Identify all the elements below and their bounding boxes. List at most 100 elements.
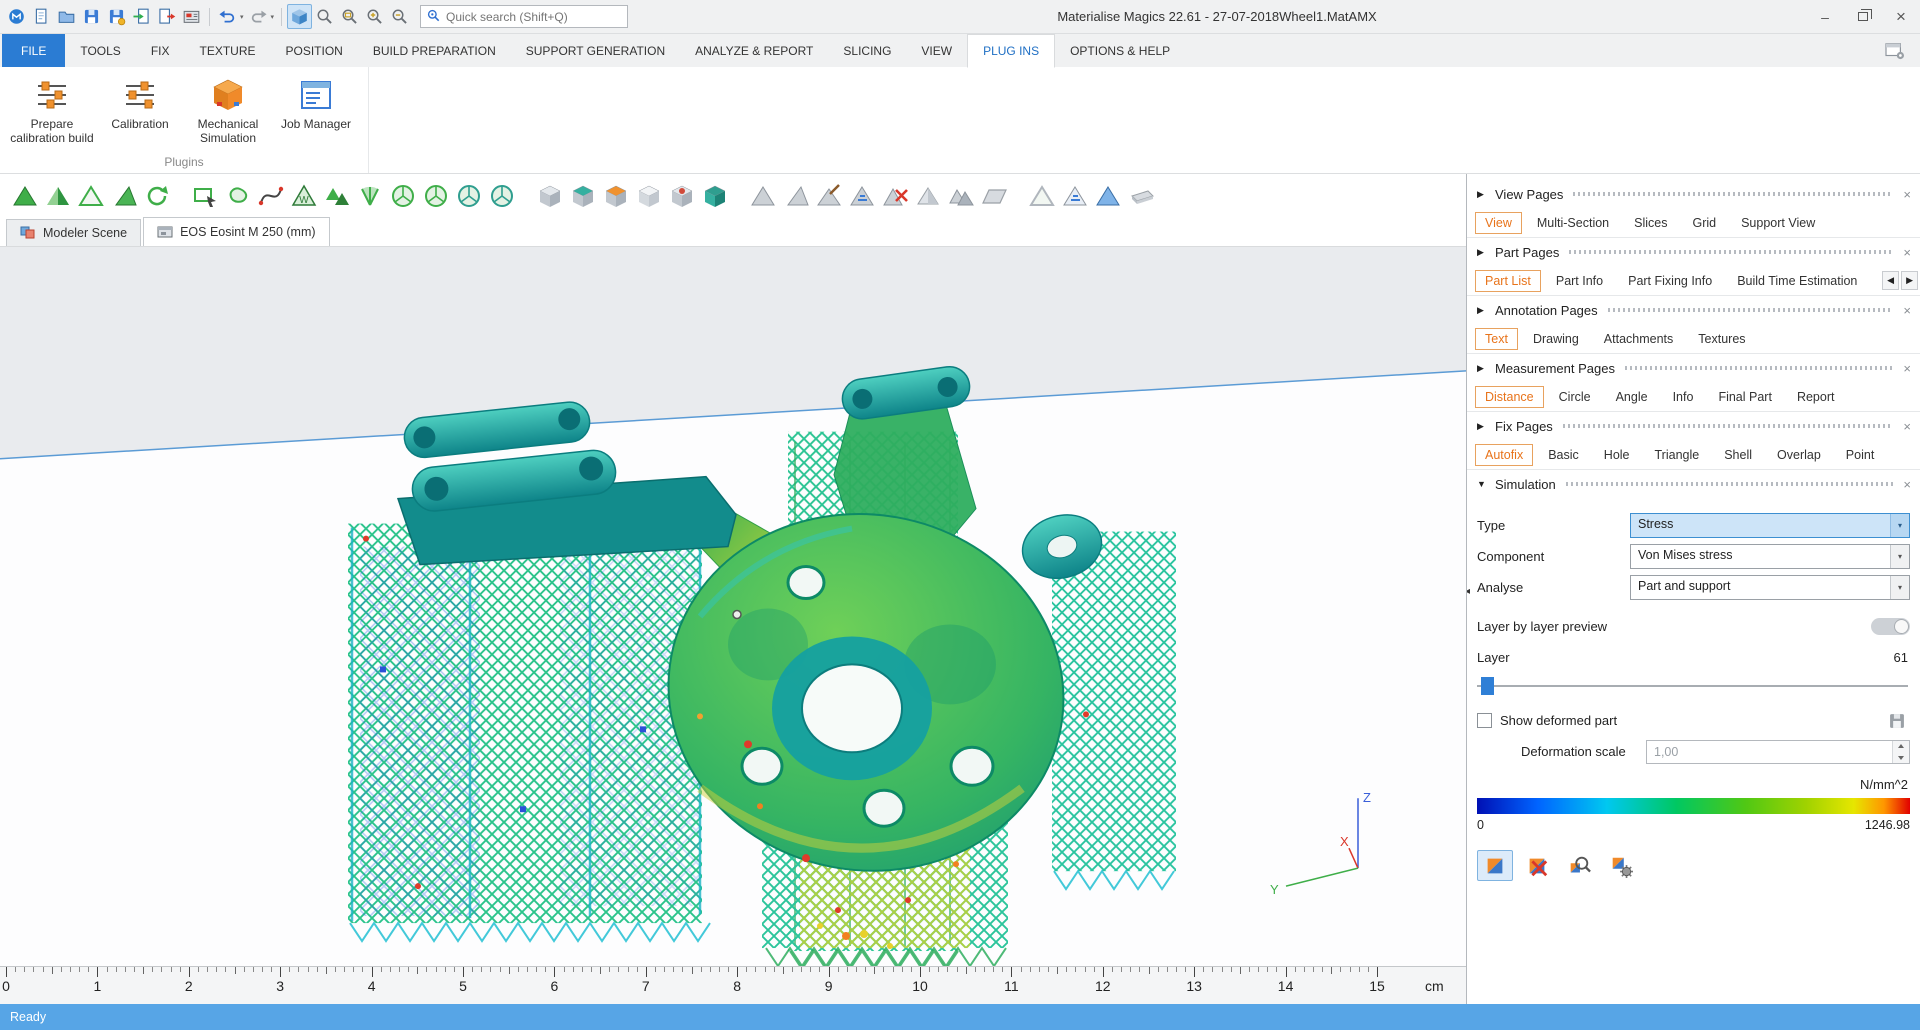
expand-arrow-icon[interactable]: ▶: [1477, 363, 1488, 374]
viewport-canvas[interactable]: Z X Y: [0, 247, 1466, 966]
translate-part-icon[interactable]: [746, 179, 779, 213]
expand-arrow-icon[interactable]: ▶: [1477, 305, 1488, 316]
section-close-icon[interactable]: ×: [1903, 245, 1911, 260]
ribbon-button-job-manager[interactable]: Job Manager: [272, 71, 360, 152]
duplicate-part-icon[interactable]: [911, 179, 944, 213]
panel-tab-distance[interactable]: Distance: [1475, 386, 1544, 408]
panel-tab-angle[interactable]: Angle: [1606, 386, 1658, 408]
ribbon-tab-view[interactable]: VIEW: [906, 34, 967, 67]
cut-part-icon[interactable]: [977, 179, 1010, 213]
mark-window-icon[interactable]: W: [287, 179, 320, 213]
scene-tab-eos-eosint-m-250-mm[interactable]: EOS Eosint M 250 (mm): [143, 217, 329, 246]
ribbon-tab-file[interactable]: FILE: [2, 34, 65, 67]
mark-freeform-icon[interactable]: [221, 179, 254, 213]
close-button[interactable]: ×: [1882, 0, 1920, 33]
panel-tab-point[interactable]: Point: [1836, 444, 1885, 466]
expand-arrow-icon[interactable]: ▶: [1477, 421, 1488, 432]
analyse-dropdown[interactable]: Part and support ▾: [1630, 575, 1910, 600]
section-header-fix-pages[interactable]: ▶Fix Pages×: [1467, 412, 1920, 440]
section-close-icon[interactable]: ×: [1903, 303, 1911, 318]
inspect-simulation-button[interactable]: [1561, 850, 1597, 881]
mark-disc-icon[interactable]: [485, 179, 518, 213]
splitter-handle-icon[interactable]: ◂: [1466, 586, 1470, 597]
right-view-icon[interactable]: [698, 179, 731, 213]
save-file-icon[interactable]: [79, 4, 104, 29]
scroll-right-icon[interactable]: ▶: [1901, 271, 1918, 290]
mirror-part-icon[interactable]: [845, 179, 878, 213]
slider-handle[interactable]: [1481, 677, 1494, 695]
panel-tab-grid[interactable]: Grid: [1682, 212, 1726, 234]
ribbon-tab-texture[interactable]: TEXTURE: [184, 34, 270, 67]
chevron-down-icon[interactable]: ▾: [1890, 576, 1909, 599]
rotate-part-icon[interactable]: [779, 179, 812, 213]
ribbon-tab-analyze-report[interactable]: ANALYZE & REPORT: [680, 34, 828, 67]
panel-tab-part-fixing-info[interactable]: Part Fixing Info: [1618, 270, 1722, 292]
section-header-measurement-pages[interactable]: ▶Measurement Pages×: [1467, 354, 1920, 382]
ribbon-button-prepare-calibration-build[interactable]: Prepare calibration build: [8, 71, 96, 152]
panel-tab-final-part[interactable]: Final Part: [1708, 386, 1782, 408]
panel-tab-hole[interactable]: Hole: [1594, 444, 1640, 466]
bottom-view-icon[interactable]: [632, 179, 665, 213]
ribbon-tab-position[interactable]: POSITION: [271, 34, 358, 67]
panel-tab-slices[interactable]: Slices: [1624, 212, 1677, 234]
ribbon-button-calibration[interactable]: Calibration: [96, 71, 184, 152]
panel-tab-view[interactable]: View: [1475, 212, 1522, 234]
delete-part-icon[interactable]: [878, 179, 911, 213]
spin-up-icon[interactable]: [1893, 741, 1909, 752]
fix-wizard-icon[interactable]: [8, 179, 41, 213]
layer-preview-toggle[interactable]: [1871, 618, 1910, 635]
panel-tab-basic[interactable]: Basic: [1538, 444, 1589, 466]
pan-view-icon[interactable]: [312, 4, 337, 29]
z-compensation-icon[interactable]: [1058, 179, 1091, 213]
clear-simulation-button[interactable]: [1519, 850, 1555, 881]
ribbon-tab-options-help[interactable]: OPTIONS & HELP: [1055, 34, 1185, 67]
quick-search-box[interactable]: [420, 5, 628, 28]
mark-sphere-icon[interactable]: [386, 179, 419, 213]
wireframe-view-icon[interactable]: [74, 179, 107, 213]
panel-tab-support-view[interactable]: Support View: [1731, 212, 1825, 234]
mark-curve-icon[interactable]: [254, 179, 287, 213]
panel-tab-attachments[interactable]: Attachments: [1594, 328, 1683, 350]
viewport-3d[interactable]: Z X Y: [0, 246, 1466, 966]
panel-tab-report[interactable]: Report: [1787, 386, 1845, 408]
open-file-icon[interactable]: [54, 4, 79, 29]
chevron-down-icon[interactable]: ▾: [1890, 545, 1909, 568]
mark-plane-icon[interactable]: [353, 179, 386, 213]
scroll-left-icon[interactable]: ◀: [1882, 271, 1899, 290]
shrink-part-icon[interactable]: [1091, 179, 1124, 213]
ribbon-button-mechanical-simulation[interactable]: Mechanical Simulation: [184, 71, 272, 152]
spin-down-icon[interactable]: [1893, 752, 1909, 763]
show-deformed-checkbox[interactable]: [1477, 713, 1492, 728]
import-part-icon[interactable]: [129, 4, 154, 29]
mark-shell-icon[interactable]: [320, 179, 353, 213]
redo-icon[interactable]: [246, 4, 271, 29]
panel-tab-multi-section[interactable]: Multi-Section: [1527, 212, 1619, 234]
restore-button[interactable]: [1844, 0, 1882, 33]
panel-tab-textures[interactable]: Textures: [1688, 328, 1755, 350]
ribbon-tab-slicing[interactable]: SLICING: [828, 34, 906, 67]
panel-tab-overlap[interactable]: Overlap: [1767, 444, 1831, 466]
panel-tab-part-list[interactable]: Part List: [1475, 270, 1541, 292]
rescale-part-icon[interactable]: [812, 179, 845, 213]
section-header-annotation-pages[interactable]: ▶Annotation Pages×: [1467, 296, 1920, 324]
new-scene-icon[interactable]: [29, 4, 54, 29]
triangle-view-icon[interactable]: [107, 179, 140, 213]
platform-view-icon[interactable]: [1124, 179, 1157, 213]
collapse-arrow-icon[interactable]: ▼: [1477, 479, 1488, 489]
show-simulation-colors-button[interactable]: [1477, 850, 1513, 881]
ribbon-options-icon[interactable]: [1882, 39, 1908, 63]
fit-view-icon[interactable]: [287, 4, 312, 29]
expand-arrow-icon[interactable]: ▶: [1477, 189, 1488, 200]
front-view-icon[interactable]: [599, 179, 632, 213]
ribbon-tab-build-preparation[interactable]: BUILD PREPARATION: [358, 34, 511, 67]
section-header-simulation[interactable]: ▼Simulation×: [1467, 470, 1920, 498]
export-part-icon[interactable]: [154, 4, 179, 29]
shaded-view-icon[interactable]: [41, 179, 74, 213]
undo-icon[interactable]: [215, 4, 240, 29]
simulation-options-button[interactable]: [1603, 850, 1639, 881]
minimize-button[interactable]: –: [1806, 0, 1844, 33]
component-dropdown[interactable]: Von Mises stress ▾: [1630, 544, 1910, 569]
ribbon-tab-fix[interactable]: FIX: [136, 34, 185, 67]
mark-cone-icon[interactable]: [452, 179, 485, 213]
section-close-icon[interactable]: ×: [1903, 187, 1911, 202]
